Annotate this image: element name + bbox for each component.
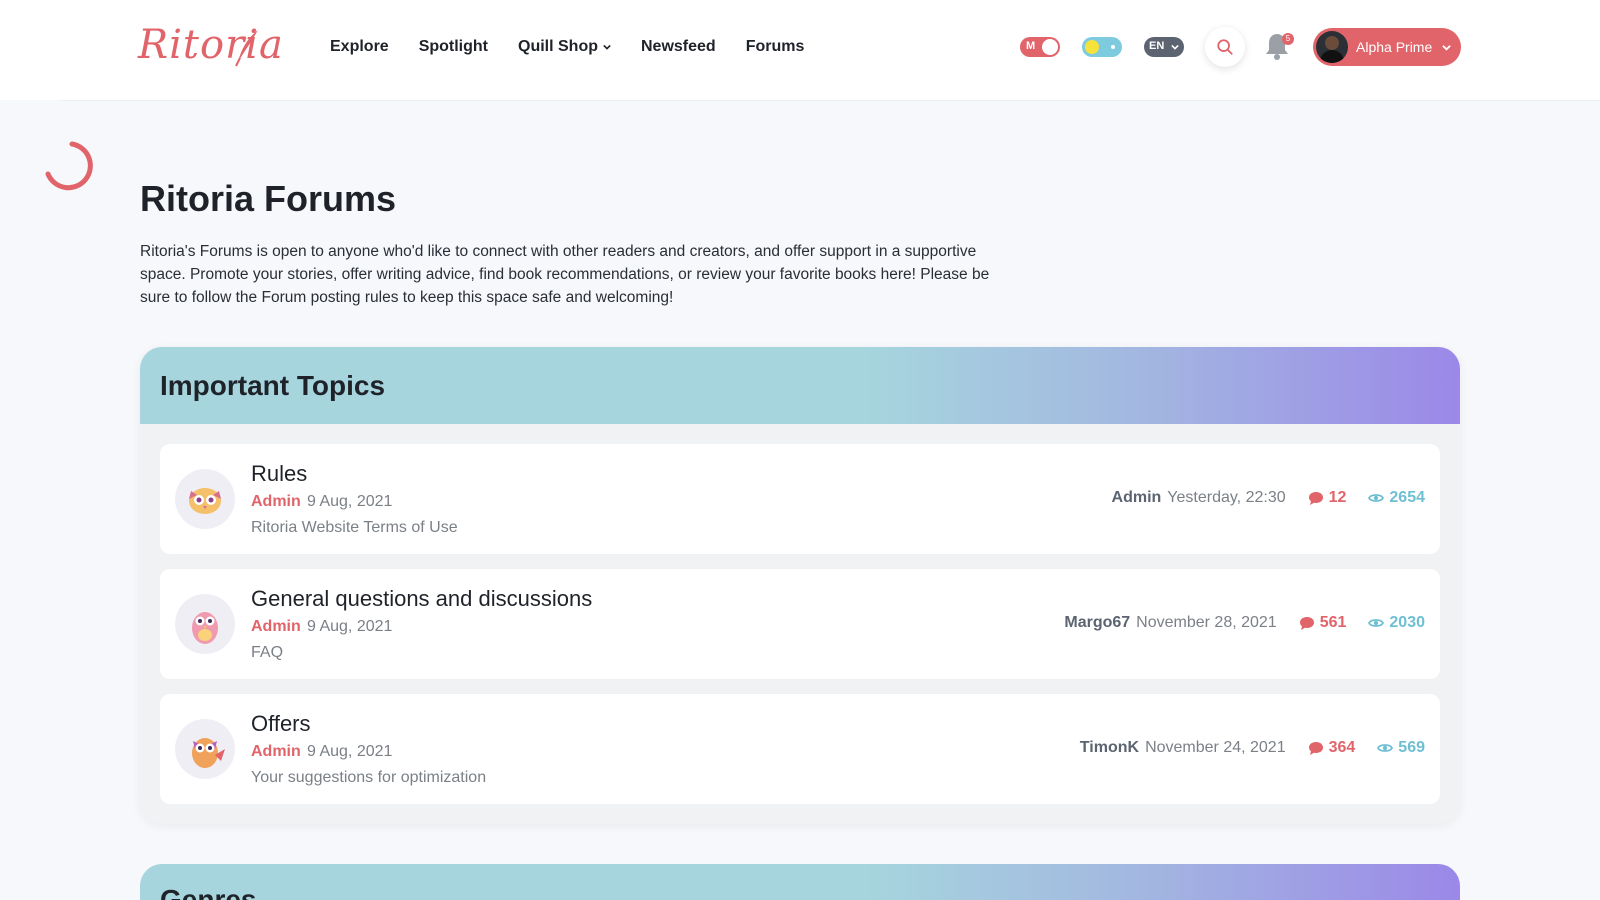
top-header: Ritoria Explore Spotlight Quill Shop New… — [0, 0, 1600, 100]
quill-icon — [235, 30, 258, 67]
sun-icon — [1085, 40, 1099, 54]
nav-explore[interactable]: Explore — [330, 38, 389, 56]
moon-dot-icon — [1111, 45, 1115, 49]
topic-stats: Margo67 November 28, 2021 561 2030 — [1064, 614, 1425, 632]
owl-avatar-icon — [175, 719, 235, 779]
owl-avatar-icon — [175, 469, 235, 529]
topic-title[interactable]: Rules — [251, 461, 307, 487]
card-header: Important Topics — [140, 347, 1460, 424]
chevron-down-icon — [1442, 44, 1452, 51]
comment-icon — [1308, 741, 1323, 755]
topic-title[interactable]: General questions and discussions — [251, 586, 592, 612]
topic-author[interactable]: Admin — [251, 743, 301, 761]
nav-newsfeed[interactable]: Newsfeed — [641, 38, 716, 56]
important-topics-card: Important Topics Rules Admin 9 Aug, 2021… — [140, 347, 1460, 824]
last-post-time: Yesterday, 22:30 — [1167, 489, 1286, 506]
user-name: Alpha Prime — [1356, 39, 1433, 55]
last-post-time: November 24, 2021 — [1145, 739, 1286, 756]
comment-icon — [1299, 616, 1314, 630]
topic-description: Ritoria Website Terms of Use — [251, 519, 458, 536]
topic-date: 9 Aug, 2021 — [307, 618, 393, 635]
chevron-down-icon — [603, 44, 611, 50]
toggle-knob — [1042, 39, 1058, 55]
comment-count: 364 — [1308, 739, 1355, 757]
mature-content-toggle[interactable]: M — [1020, 37, 1060, 57]
header-divider — [60, 100, 1600, 101]
topic-row-general[interactable]: General questions and discussions Admin … — [160, 569, 1440, 679]
forum-intro: Ritoria's Forums is open to anyone who'd… — [140, 243, 990, 306]
nav-spotlight[interactable]: Spotlight — [419, 38, 488, 56]
loading-spinner-icon — [45, 141, 93, 191]
last-post-time: November 28, 2021 — [1136, 614, 1277, 631]
section-title: Important Topics — [160, 369, 386, 401]
topic-description: FAQ — [251, 644, 284, 661]
nav-quill-shop[interactable]: Quill Shop — [518, 38, 611, 56]
topic-date: 9 Aug, 2021 — [307, 493, 393, 510]
topic-author[interactable]: Admin — [251, 618, 301, 636]
chevron-down-icon — [1171, 44, 1179, 50]
notifications-button[interactable]: 5 — [1265, 32, 1294, 62]
topic-description: Your suggestions for optimization — [251, 769, 487, 786]
language-label: EN — [1149, 40, 1165, 52]
view-count: 2030 — [1368, 614, 1425, 632]
topic-row-rules[interactable]: Rules Admin 9 Aug, 2021 Ritoria Website … — [160, 444, 1440, 554]
search-icon — [1217, 39, 1233, 55]
theme-toggle[interactable] — [1082, 37, 1122, 57]
view-count: 569 — [1377, 739, 1425, 757]
search-button[interactable] — [1205, 27, 1245, 67]
last-post-user[interactable]: Admin — [1112, 489, 1162, 507]
last-post-user[interactable]: Margo67 — [1064, 614, 1130, 632]
main-nav: Explore Spotlight Quill Shop Newsfeed Fo… — [330, 38, 804, 56]
comment-count: 561 — [1299, 614, 1346, 632]
topic-stats: TimonK November 24, 2021 364 569 — [1080, 739, 1425, 757]
topic-date: 9 Aug, 2021 — [307, 743, 393, 760]
comment-icon — [1308, 491, 1323, 505]
language-selector[interactable]: EN — [1144, 37, 1184, 57]
topic-stats: Admin Yesterday, 22:30 12 2654 — [1112, 489, 1425, 507]
avatar — [1316, 31, 1348, 63]
eye-icon — [1368, 619, 1385, 627]
comment-count: 12 — [1308, 489, 1346, 507]
eye-icon — [1377, 744, 1394, 752]
topic-title[interactable]: Offers — [251, 711, 311, 737]
genres-card: Genres — [140, 864, 1460, 900]
mature-toggle-label: M — [1026, 40, 1036, 52]
notification-badge: 5 — [1282, 33, 1294, 45]
topic-author[interactable]: Admin — [251, 493, 301, 511]
topic-row-offers[interactable]: Offers Admin 9 Aug, 2021 Your suggestion… — [160, 694, 1440, 804]
nav-forums[interactable]: Forums — [746, 38, 805, 56]
last-post-user[interactable]: TimonK — [1080, 739, 1139, 757]
user-menu-button[interactable]: Alpha Prime — [1313, 28, 1461, 66]
page-title: Ritoria Forums — [140, 178, 397, 219]
owl-avatar-icon — [175, 594, 235, 654]
section-title: Genres — [160, 884, 257, 900]
view-count: 2654 — [1368, 489, 1425, 507]
eye-icon — [1368, 494, 1385, 502]
